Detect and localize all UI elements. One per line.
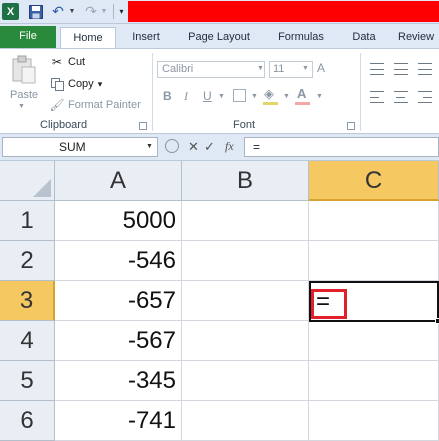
cell-a1[interactable]: 5000 xyxy=(55,201,182,241)
redo-icon[interactable]: ↷ xyxy=(84,3,98,20)
align-right-icon[interactable] xyxy=(418,91,432,103)
font-color-icon[interactable]: A xyxy=(297,86,306,101)
ribbon-tabs: File Home Insert Page Layout Formulas Da… xyxy=(0,24,439,48)
paste-icon[interactable] xyxy=(10,55,38,85)
tab-review[interactable]: Review xyxy=(398,27,439,48)
copy-button[interactable]: Copy ▾ xyxy=(50,76,102,92)
font-group-label: Font xyxy=(233,119,256,131)
cell-c1[interactable] xyxy=(309,201,439,241)
column-header-b[interactable]: B xyxy=(182,161,309,201)
worksheet-grid: A B C 1 2 3 4 5 6 5000 -546 -657 -567 -3… xyxy=(0,161,439,441)
cell-b2[interactable] xyxy=(182,241,309,281)
column-header-c[interactable]: C xyxy=(309,161,439,201)
save-icon[interactable] xyxy=(28,3,43,20)
row-header-6[interactable]: 6 xyxy=(0,401,55,441)
underline-dropdown-icon[interactable]: ▼ xyxy=(218,93,225,100)
align-bottom-icon[interactable] xyxy=(418,63,432,75)
tab-data[interactable]: Data xyxy=(345,27,383,48)
bold-button[interactable]: B xyxy=(163,89,172,103)
font-name-field[interactable]: Calibri xyxy=(157,61,265,78)
paintbrush-icon: 🖌 xyxy=(49,98,65,112)
cut-button[interactable]: ✂ Cut xyxy=(50,54,85,70)
highlight-annotation-box xyxy=(311,289,347,319)
font-size-dropdown-icon[interactable]: ▼ xyxy=(302,65,309,72)
cell-b3[interactable] xyxy=(182,281,309,321)
undo-dropdown-icon[interactable]: ▼ xyxy=(68,3,76,20)
align-left-icon[interactable] xyxy=(370,91,384,103)
copy-dropdown-icon[interactable]: ▾ xyxy=(98,79,103,90)
formula-input[interactable]: = xyxy=(245,137,439,157)
enter-icon[interactable]: ✓ xyxy=(204,139,215,155)
name-box[interactable]: SUM xyxy=(2,137,158,157)
borders-icon[interactable] xyxy=(233,89,246,102)
tab-formulas[interactable]: Formulas xyxy=(270,27,332,48)
cell-a2[interactable]: -546 xyxy=(55,241,182,281)
fill-color-dropdown-icon[interactable]: ▼ xyxy=(283,93,290,100)
tab-page-layout[interactable]: Page Layout xyxy=(178,27,260,48)
underline-button[interactable]: U xyxy=(203,89,212,103)
cell-a4[interactable]: -567 xyxy=(55,321,182,361)
cell-b4[interactable] xyxy=(182,321,309,361)
select-all-button[interactable] xyxy=(0,161,55,201)
paste-button[interactable]: Paste xyxy=(10,89,38,101)
column-header-a[interactable]: A xyxy=(55,161,182,201)
font-name-dropdown-icon[interactable]: ▼ xyxy=(257,65,264,72)
row-header-5[interactable]: 5 xyxy=(0,361,55,401)
quick-access-toolbar: X ↶ ▼ ↷ ▼ ▾ xyxy=(0,0,439,24)
cell-c2[interactable] xyxy=(309,241,439,281)
font-launcher-icon[interactable] xyxy=(347,122,355,130)
font-color-swatch xyxy=(295,102,310,105)
undo-icon[interactable]: ↶ xyxy=(50,3,66,20)
ribbon-home: Paste ▼ ✂ Cut Copy ▾ 🖌 Format Painter Cl… xyxy=(0,48,439,134)
fill-color-swatch xyxy=(263,102,278,105)
scissors-icon: ✂ xyxy=(51,55,63,69)
copy-label: Copy xyxy=(68,78,94,90)
excel-icon[interactable]: X xyxy=(2,3,19,20)
row-header-2[interactable]: 2 xyxy=(0,241,55,281)
cancel-icon[interactable]: ✕ xyxy=(188,139,199,155)
font-color-dropdown-icon[interactable]: ▼ xyxy=(316,93,323,100)
tab-file[interactable]: File xyxy=(0,26,56,48)
row-header-1[interactable]: 1 xyxy=(0,201,55,241)
paste-dropdown-icon[interactable]: ▼ xyxy=(18,103,25,110)
align-center-icon[interactable] xyxy=(394,91,408,103)
format-painter-label: Format Painter xyxy=(68,99,141,111)
cell-a5[interactable]: -345 xyxy=(55,361,182,401)
cell-b5[interactable] xyxy=(182,361,309,401)
redo-dropdown-icon[interactable]: ▼ xyxy=(100,3,108,20)
group-divider xyxy=(152,53,153,131)
copy-icon xyxy=(50,77,64,91)
tab-insert[interactable]: Insert xyxy=(122,27,170,48)
redacted-title-band xyxy=(128,1,439,22)
group-divider xyxy=(360,53,361,131)
fill-color-icon[interactable]: ◈ xyxy=(264,86,274,102)
name-box-dropdown-icon[interactable]: ▼ xyxy=(146,143,153,150)
clipboard-launcher-icon[interactable] xyxy=(139,122,147,130)
cell-c5[interactable] xyxy=(309,361,439,401)
cell-b6[interactable] xyxy=(182,401,309,441)
formula-bar-expand-icon[interactable] xyxy=(165,139,179,153)
formula-bar: SUM ▼ ✕ ✓ fx = xyxy=(0,134,439,161)
format-painter-button[interactable]: 🖌 Format Painter xyxy=(49,97,141,113)
cell-a6[interactable]: -741 xyxy=(55,401,182,441)
fill-handle[interactable] xyxy=(435,318,439,324)
toolbar-divider xyxy=(113,4,114,19)
select-all-icon xyxy=(33,179,51,197)
align-top-icon[interactable] xyxy=(370,63,384,75)
cut-label: Cut xyxy=(68,56,86,68)
cell-c4[interactable] xyxy=(309,321,439,361)
grow-font-icon[interactable]: A xyxy=(317,61,325,75)
borders-dropdown-icon[interactable]: ▼ xyxy=(251,93,258,100)
row-header-3[interactable]: 3 xyxy=(0,281,55,321)
cell-b1[interactable] xyxy=(182,201,309,241)
insert-function-icon[interactable]: fx xyxy=(225,139,234,154)
customize-qat-icon[interactable]: ▾ xyxy=(117,3,126,20)
clipboard-group-label: Clipboard xyxy=(40,119,88,131)
cell-c6[interactable] xyxy=(309,401,439,441)
align-middle-icon[interactable] xyxy=(394,63,408,75)
row-header-4[interactable]: 4 xyxy=(0,321,55,361)
italic-button[interactable]: I xyxy=(184,89,188,104)
tab-home[interactable]: Home xyxy=(60,27,116,48)
cell-a3[interactable]: -657 xyxy=(55,281,182,321)
